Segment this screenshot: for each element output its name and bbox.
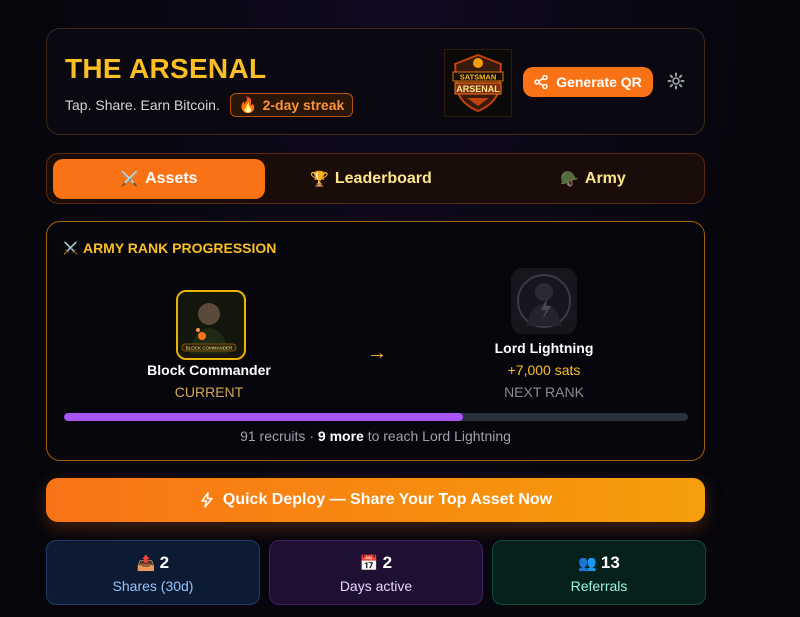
stat-referrals-value: 13 <box>600 553 620 572</box>
stat-days-active: 📅 2 Days active <box>269 540 483 605</box>
people-icon: 👥 <box>578 555 597 572</box>
share-icon <box>534 75 548 89</box>
current-rank-name: Block Commander <box>147 362 271 378</box>
stat-referrals: 👥 13 Referrals <box>492 540 706 605</box>
stat-referrals-label: Referrals <box>570 578 628 594</box>
current-rank-avatar: BLOCK COMMANDER <box>176 290 246 360</box>
shield-logo-icon: SATSMAN ARSENAL <box>452 53 504 113</box>
rank-section-title: ⚔️ ARMY RANK PROGRESSION <box>63 240 276 256</box>
stat-shares-value: 2 <box>159 553 170 572</box>
tab-bar: ⚔️ Assets 🏆 Leaderboard 🪖 Army <box>46 153 705 204</box>
rank-progress-fill <box>64 413 464 421</box>
arrow-right-icon: → <box>367 342 387 364</box>
recruits-count: 91 recruits · <box>240 428 314 444</box>
header-card: THE ARSENAL Tap. Share. Earn Bitcoin. 🔥 … <box>46 28 705 135</box>
progress-caption: 91 recruits · 9 more to reach Lord Light… <box>47 428 704 444</box>
arsenal-logo: SATSMAN ARSENAL <box>444 49 512 117</box>
next-rank-avatar <box>511 268 577 334</box>
quick-deploy-button[interactable]: Quick Deploy — Share Your Top Asset Now <box>46 478 705 522</box>
tab-leaderboard-label: Leaderboard <box>334 170 432 187</box>
crossed-swords-icon: ⚔️ <box>63 241 78 255</box>
fire-icon: 🔥 <box>238 97 258 114</box>
lightning-icon <box>201 492 213 508</box>
stat-shares-label: Shares (30d) <box>112 578 194 594</box>
generate-qr-button[interactable]: Generate QR <box>523 67 653 97</box>
stat-shares: 📤 2 Shares (30d) <box>46 540 260 605</box>
streak-badge: 🔥 2-day streak <box>229 93 354 117</box>
helmet-icon: 🪖 <box>560 171 579 188</box>
tab-leaderboard[interactable]: 🏆 Leaderboard <box>265 159 477 199</box>
next-rank-name: Lord Lightning <box>494 340 594 356</box>
quick-deploy-label: Quick Deploy — Share Your Top Asset Now <box>222 491 553 508</box>
tagline: Tap. Share. Earn Bitcoin. <box>65 97 220 113</box>
commander-portrait-icon: BLOCK COMMANDER <box>178 292 240 354</box>
stat-days-value: 2 <box>382 553 393 572</box>
tab-assets[interactable]: ⚔️ Assets <box>53 159 265 199</box>
generate-qr-label: Generate QR <box>556 74 642 90</box>
svg-text:ARSENAL: ARSENAL <box>456 84 500 94</box>
tab-army[interactable]: 🪖 Army <box>487 159 699 199</box>
tab-assets-label: Assets <box>145 170 198 187</box>
current-rank-status: CURRENT <box>174 384 244 400</box>
outbox-tray-icon: 📤 <box>136 555 156 572</box>
svg-text:SATSMAN: SATSMAN <box>460 73 497 82</box>
trophy-icon: 🏆 <box>310 171 329 188</box>
rank-title-text: ARMY RANK PROGRESSION <box>82 240 277 256</box>
lightning-lord-portrait-icon <box>511 268 577 334</box>
stat-days-label: Days active <box>339 578 413 594</box>
svg-text:BLOCK COMMANDER: BLOCK COMMANDER <box>186 346 233 351</box>
next-rank-reward: +7,000 sats <box>507 362 581 378</box>
tagline-row: Tap. Share. Earn Bitcoin. 🔥 2-day streak <box>65 93 354 117</box>
page-title: THE ARSENAL <box>65 53 267 84</box>
next-rank-status: NEXT RANK <box>504 384 584 400</box>
gear-icon[interactable] <box>667 72 685 90</box>
reach-target-text: to reach Lord Lightning <box>367 428 511 444</box>
rank-progress-bar <box>64 413 688 421</box>
rank-progression-card: ⚔️ ARMY RANK PROGRESSION BLOCK COMMANDER… <box>46 221 705 461</box>
streak-label: 2-day streak <box>262 97 345 113</box>
crossed-swords-icon: ⚔️ <box>120 171 140 188</box>
recruits-remaining: 9 more <box>317 428 364 444</box>
tab-army-label: Army <box>584 170 626 187</box>
calendar-icon: 📅 <box>359 555 379 572</box>
